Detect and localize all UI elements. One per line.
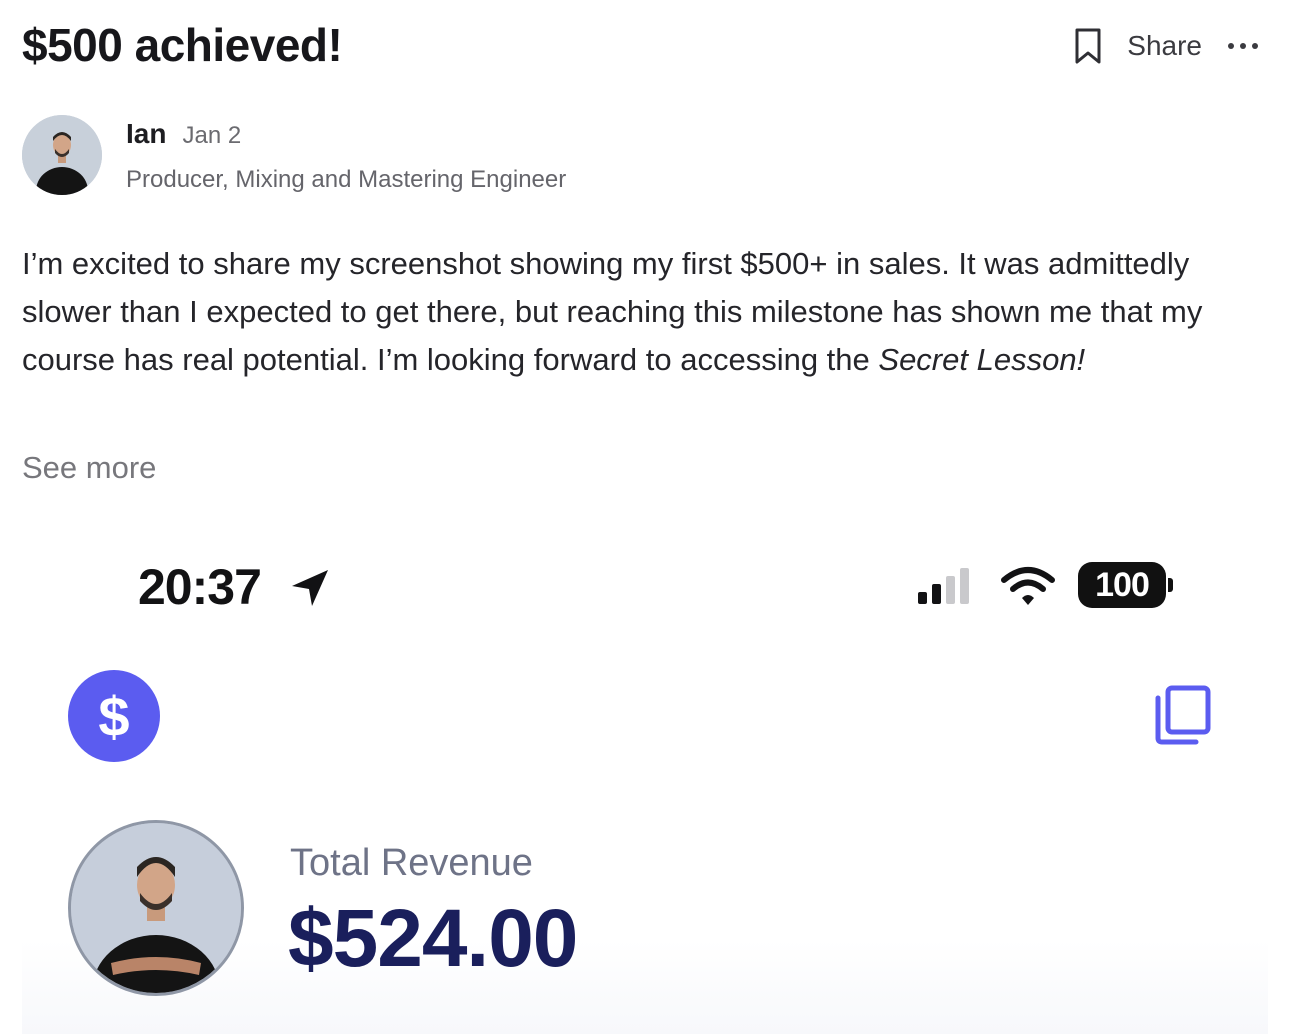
app-logo[interactable]: $ [68,670,160,762]
cellular-signal-icon [918,568,969,604]
post-date: Jan 2 [182,122,242,149]
bookmark-icon [1075,28,1101,64]
share-button[interactable]: Share [1127,30,1202,62]
header-actions: Share [1071,24,1258,68]
profile-avatar[interactable] [68,820,244,996]
battery-tip [1168,578,1173,592]
author-avatar[interactable] [22,115,102,195]
see-more-link[interactable]: See more [22,450,156,486]
copy-icon[interactable] [1150,682,1216,748]
post-page: $500 achieved! Share Ian Jan 2 Producer,… [0,0,1300,1034]
location-arrow-icon [292,570,328,606]
author-role: Producer, Mixing and Mastering Engineer [126,166,567,193]
battery-indicator: 100 [1078,562,1166,608]
more-options-button[interactable] [1224,43,1258,49]
total-revenue-value: $524.00 [288,893,578,984]
post-body: I’m excited to share my screenshot showi… [22,240,1272,384]
total-revenue-label: Total Revenue [290,842,533,884]
status-time: 20:37 [138,559,262,615]
more-icon [1228,43,1234,49]
post-body-emphasis: Secret Lesson! [878,342,1086,377]
author-line: Ian Jan 2 [126,118,241,150]
author-name[interactable]: Ian [126,118,166,150]
post-screenshot[interactable]: 20:37 100 $ Total Revenue $524.00 [22,520,1268,1034]
post-title: $500 achieved! [22,19,343,71]
wifi-icon [1001,567,1055,605]
bookmark-button[interactable] [1071,26,1105,66]
